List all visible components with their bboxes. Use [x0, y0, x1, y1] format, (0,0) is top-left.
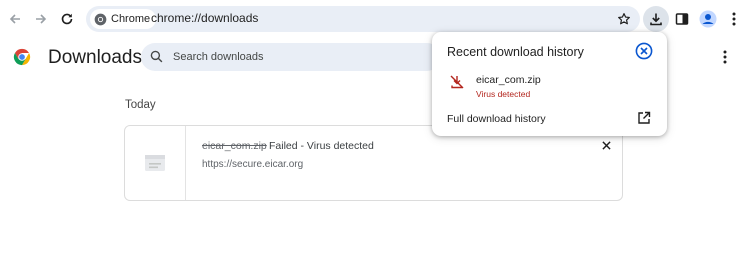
- chrome-icon: [94, 13, 107, 25]
- download-file-name[interactable]: eicar_com.zip: [202, 140, 267, 152]
- more-vert-icon: [723, 50, 727, 64]
- profile-button[interactable]: [696, 7, 720, 31]
- page-title: Downloads: [48, 47, 142, 68]
- side-panel-button[interactable]: [670, 7, 694, 31]
- forward-button[interactable]: [29, 7, 53, 31]
- date-section-label: Today: [125, 99, 156, 111]
- file-icon-area: [125, 126, 186, 200]
- blocked-download-icon: [450, 75, 464, 89]
- address-bar[interactable]: Chrome chrome://downloads: [86, 6, 640, 32]
- downloads-toolbar-button[interactable]: [643, 6, 669, 32]
- side-panel-icon: [675, 13, 689, 25]
- download-status: Failed - Virus detected: [269, 140, 374, 152]
- remove-download-button[interactable]: [599, 138, 613, 152]
- site-chip-label: Chrome: [111, 13, 151, 25]
- bookmark-button[interactable]: [614, 9, 634, 29]
- download-source-url[interactable]: https://secure.eicar.org: [202, 159, 303, 170]
- star-icon: [618, 13, 630, 25]
- bubble-item-status: Virus detected: [476, 89, 531, 99]
- file-icon: [145, 155, 165, 171]
- forward-arrow-icon: [36, 14, 47, 24]
- reload-button[interactable]: [55, 7, 79, 31]
- reload-icon: [61, 13, 73, 25]
- back-button[interactable]: [3, 7, 27, 31]
- profile-icon: [699, 10, 717, 28]
- full-history-link[interactable]: Full download history: [447, 113, 546, 125]
- browser-menu-button[interactable]: [722, 7, 746, 31]
- search-box[interactable]: [141, 43, 441, 71]
- page-menu-button[interactable]: [717, 47, 733, 67]
- open-in-new-icon[interactable]: [637, 111, 651, 125]
- site-chip[interactable]: Chrome: [90, 9, 157, 29]
- search-icon: [150, 50, 163, 63]
- more-vert-icon: [732, 12, 736, 26]
- download-bubble: Recent download history eicar_com.zip Vi…: [432, 32, 667, 136]
- circle-close-icon[interactable]: [635, 42, 653, 60]
- bubble-title: Recent download history: [447, 45, 584, 59]
- bubble-item-name[interactable]: eicar_com.zip: [476, 74, 541, 86]
- download-icon: [650, 13, 662, 26]
- close-icon: [601, 140, 611, 150]
- url-text[interactable]: chrome://downloads: [151, 11, 258, 25]
- back-arrow-icon: [9, 14, 20, 24]
- download-item-card: eicar_com.zip Failed - Virus detected ht…: [124, 125, 623, 201]
- search-input[interactable]: [173, 43, 433, 71]
- chrome-logo-icon: [13, 48, 31, 66]
